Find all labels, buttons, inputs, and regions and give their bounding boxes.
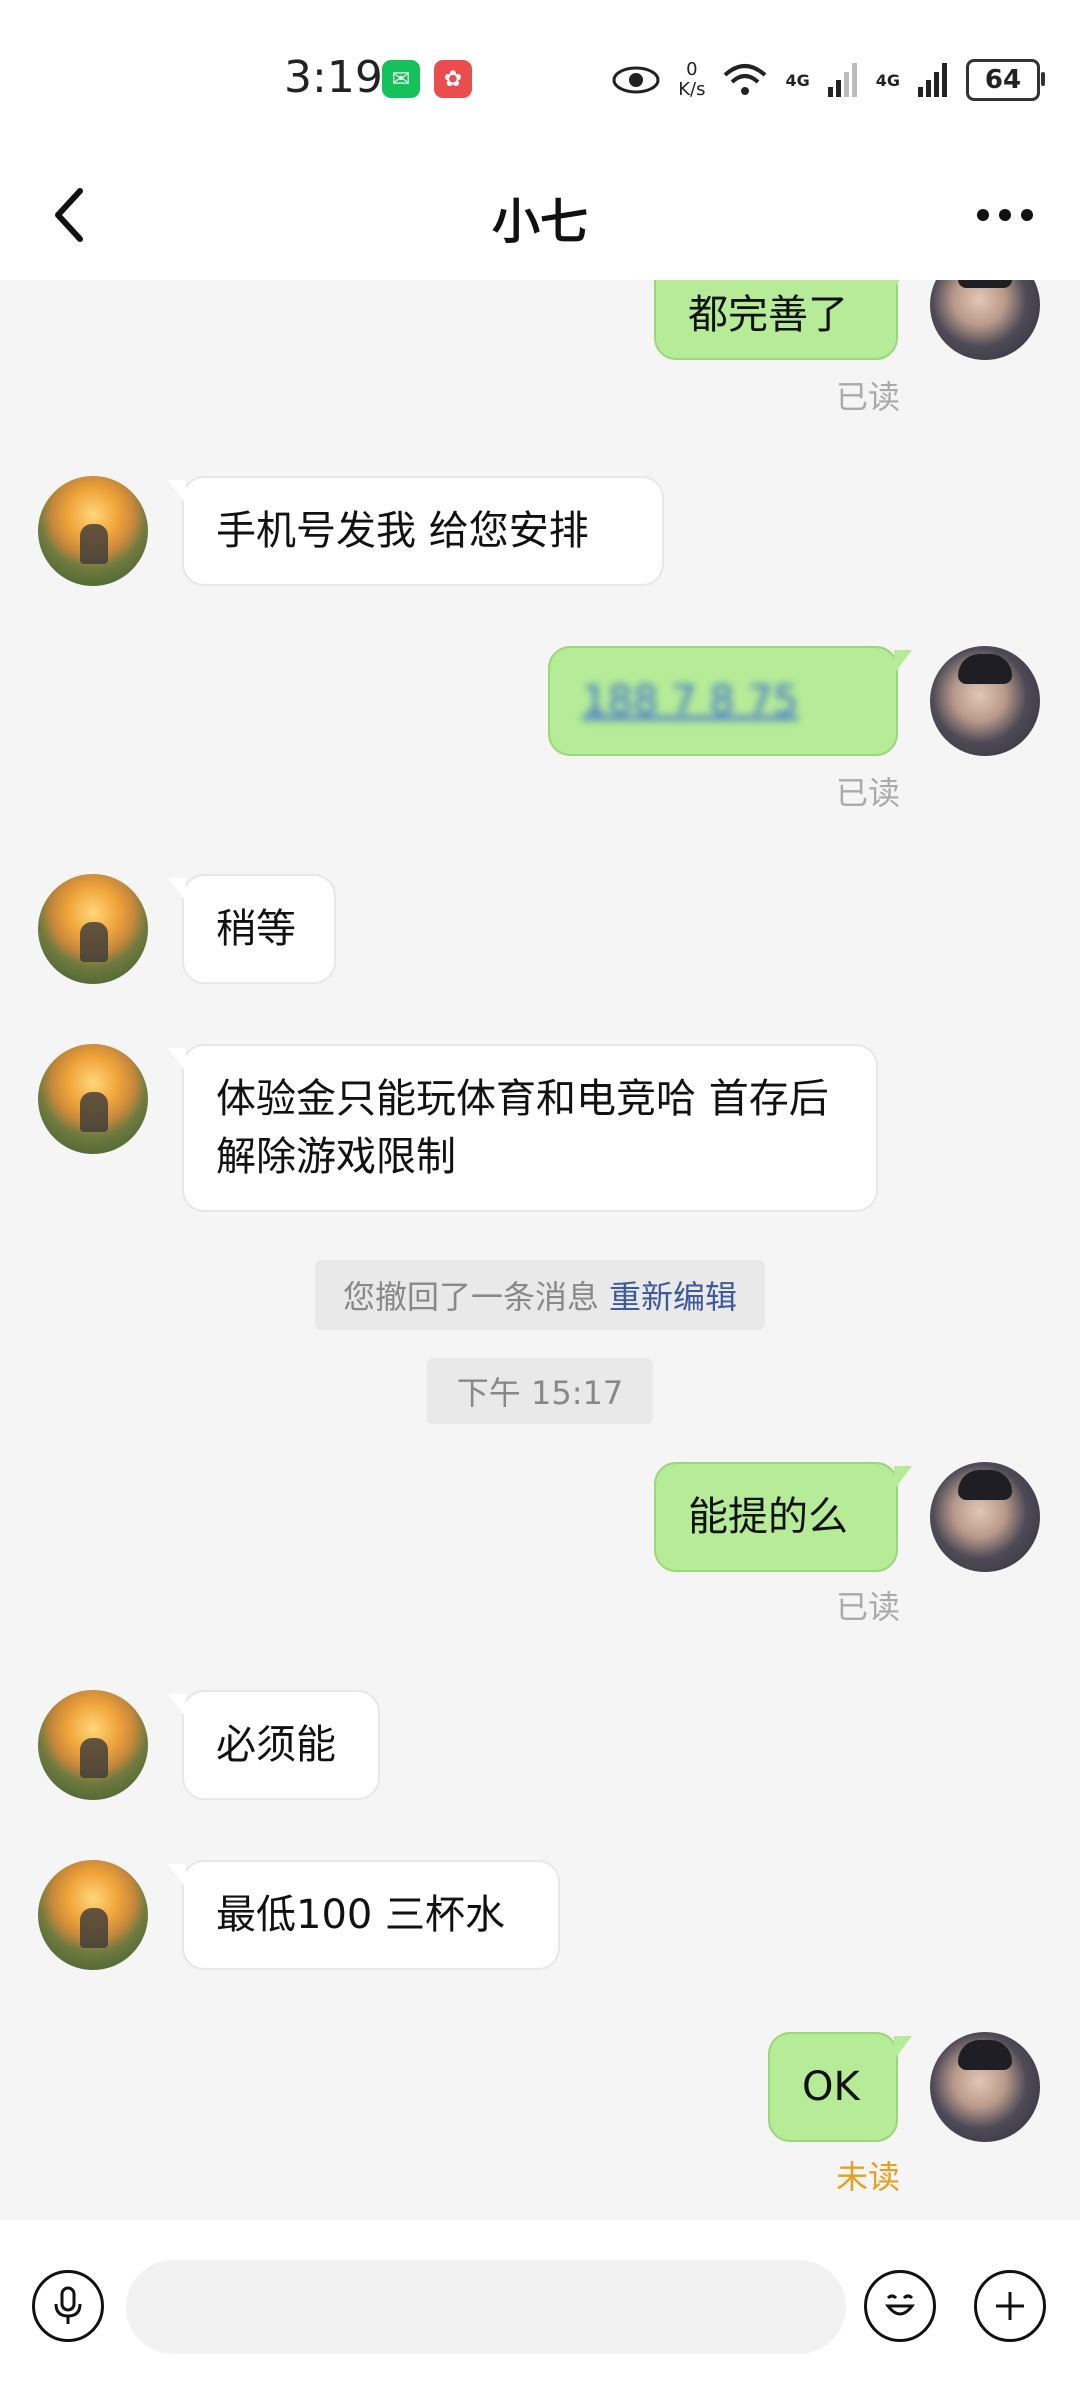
my-avatar[interactable] xyxy=(930,646,1040,756)
contact-avatar[interactable] xyxy=(38,476,148,586)
outgoing-message[interactable]: OK xyxy=(768,2032,912,2142)
input-bar xyxy=(0,2220,1080,2400)
signal-1-icon xyxy=(827,63,857,97)
net-speed: 0 K/s xyxy=(678,59,706,100)
emoji-button[interactable] xyxy=(864,2270,936,2342)
outgoing-message[interactable]: 都完善了 xyxy=(654,280,912,360)
status-time: 3:19 xyxy=(284,52,383,103)
message-input[interactable] xyxy=(126,2260,846,2354)
battery-indicator: 64 xyxy=(966,59,1045,101)
app-notification-icon: ✿ xyxy=(434,60,472,98)
plus-icon xyxy=(996,2292,1024,2320)
more-button[interactable] xyxy=(970,190,1040,240)
status-icons: 0 K/s 4G 4G 64 xyxy=(612,56,1045,104)
read-status: 已读 xyxy=(835,1588,900,1626)
eye-icon xyxy=(612,66,660,94)
re-edit-link[interactable]: 重新编辑 xyxy=(609,1278,737,1316)
signal-2-label: 4G xyxy=(875,70,900,90)
recall-text: 您撤回了一条消息 xyxy=(342,1278,599,1316)
phone-number-link[interactable]: 188 7 8 75 xyxy=(582,678,798,724)
contact-avatar[interactable] xyxy=(38,1860,148,1970)
emoji-icon xyxy=(884,2294,916,2316)
contact-avatar[interactable] xyxy=(38,874,148,984)
signal-2-icon xyxy=(918,63,947,97)
chat-header: 小七 xyxy=(0,150,1080,280)
incoming-message[interactable]: 手机号发我 给您安排 xyxy=(168,476,664,586)
my-avatar[interactable] xyxy=(930,280,1040,360)
my-avatar[interactable] xyxy=(930,1462,1040,1572)
wechat-notification-icon: ✉ xyxy=(382,60,420,98)
plus-button[interactable] xyxy=(974,2270,1046,2342)
page-title: 小七 xyxy=(491,194,588,250)
timestamp: 下午 15:17 xyxy=(426,1358,654,1424)
unread-status: 未读 xyxy=(835,2158,900,2196)
incoming-message[interactable]: 稍等 xyxy=(168,874,336,984)
incoming-message[interactable]: 最低100 三杯水 xyxy=(168,1860,560,1970)
my-avatar[interactable] xyxy=(930,2032,1040,2142)
voice-button[interactable] xyxy=(32,2270,104,2342)
signal-1-label: 4G xyxy=(785,70,810,90)
outgoing-message[interactable]: 188 7 8 75 xyxy=(548,646,912,756)
chat-area[interactable]: 都完善了 已读 手机号发我 给您安排 188 7 8 75 已读 稍等 体验金只… xyxy=(0,280,1080,2220)
contact-avatar[interactable] xyxy=(38,1044,148,1154)
incoming-message[interactable]: 体验金只能玩体育和电竞哈 首存后解除游戏限制 xyxy=(168,1044,878,1212)
read-status: 已读 xyxy=(835,378,900,416)
status-bar: 3:19 ✉ ✿ 0 K/s 4G 4G 64 xyxy=(0,0,1080,150)
read-status: 已读 xyxy=(835,774,900,812)
more-icon xyxy=(977,209,1033,221)
outgoing-message[interactable]: 能提的么 xyxy=(654,1462,912,1572)
wifi-icon xyxy=(724,64,767,95)
system-recall-notice: 您撤回了一条消息 重新编辑 xyxy=(314,1260,766,1330)
contact-avatar[interactable] xyxy=(38,1690,148,1800)
microphone-icon xyxy=(54,2286,82,2324)
incoming-message[interactable]: 必须能 xyxy=(168,1690,380,1800)
